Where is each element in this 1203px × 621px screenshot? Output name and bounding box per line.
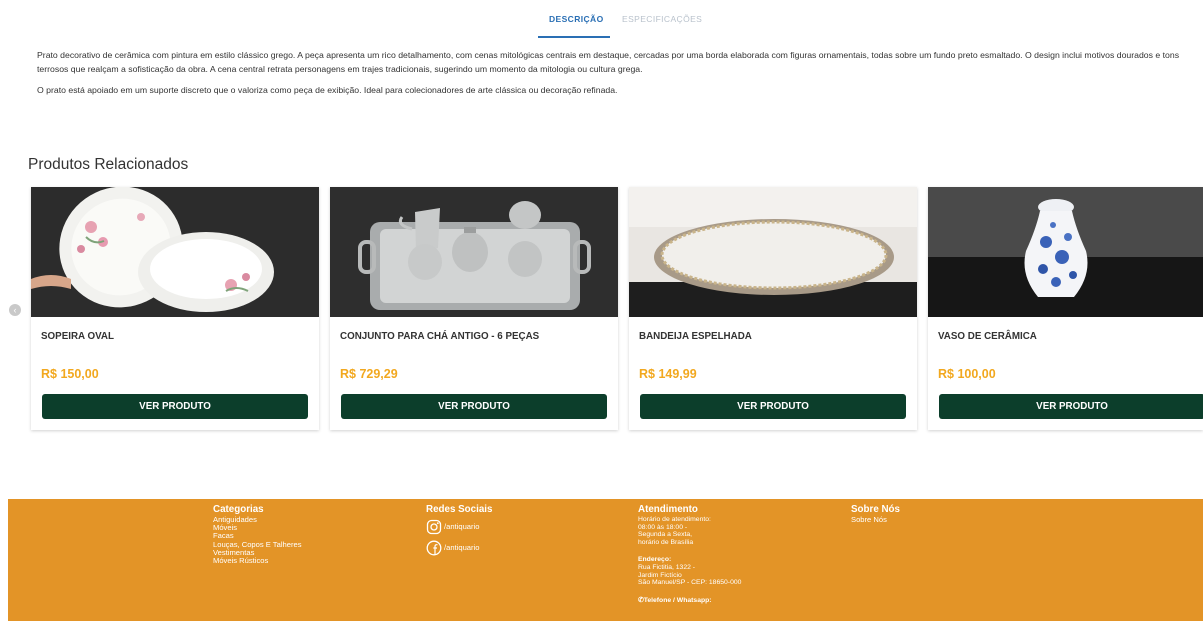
instagram-handle: /antiquario bbox=[444, 521, 480, 531]
product-card: BANDEIJA ESPELHADA R$ 149,99 VER PRODUTO bbox=[629, 187, 917, 430]
description-paragraph-2: O prato está apoiado em um suporte discr… bbox=[37, 85, 618, 95]
product-price: R$ 149,99 bbox=[639, 367, 697, 381]
service-hours-line: Segunda a Sexta, bbox=[638, 531, 693, 539]
soup-tureen-photo[interactable] bbox=[31, 187, 319, 317]
service-hours: Horário de atendimento: 08:00 às 18:00 -… bbox=[638, 516, 741, 546]
product-card: SOPEIRA OVAL R$ 150,00 VER PRODUTO bbox=[31, 187, 319, 430]
footer-categories: Categorias Antiguidades Móveis Facas Lou… bbox=[213, 504, 302, 565]
facebook-handle: /antiquario bbox=[444, 542, 480, 552]
address: Rua Fictitia, 1322 - Jardim Fictício São… bbox=[638, 564, 741, 587]
address-line: Jardim Fictício bbox=[638, 571, 682, 579]
site-footer: Categorias Antiguidades Móveis Facas Lou… bbox=[8, 499, 1203, 621]
footer-categories-title: Categorias bbox=[213, 504, 264, 515]
product-tabs: DESCRIÇÃO ESPECIFICAÇÕES bbox=[0, 14, 1203, 38]
footer-about: Sobre Nós Sobre Nós bbox=[851, 504, 900, 524]
facebook-icon bbox=[426, 540, 442, 556]
address-line: Rua Fictitia, 1322 - bbox=[638, 563, 696, 571]
phone-whatsapp-label: ✆Telefone / Whatsapp: bbox=[638, 597, 741, 605]
service-hours-line: horário de Brasília bbox=[638, 538, 694, 546]
chevron-left-icon[interactable]: ‹ bbox=[9, 304, 21, 316]
ceramic-vase-photo[interactable] bbox=[928, 187, 1203, 317]
product-name[interactable]: CONJUNTO PARA CHÁ ANTIGO - 6 PEÇAS bbox=[340, 331, 539, 342]
product-price: R$ 150,00 bbox=[41, 367, 99, 381]
phone-label-text: Telefone / Whatsapp: bbox=[643, 596, 712, 604]
product-description: Prato decorativo de cerâmica com pintura… bbox=[37, 48, 1189, 104]
active-tab-indicator bbox=[538, 36, 610, 38]
view-product-button[interactable]: VER PRODUTO bbox=[640, 394, 906, 419]
footer-service: Atendimento Horário de atendimento: 08:0… bbox=[638, 504, 741, 604]
related-products-title: Produtos Relacionados bbox=[28, 156, 189, 173]
instagram-icon bbox=[426, 519, 442, 535]
view-product-button[interactable]: VER PRODUTO bbox=[341, 394, 607, 419]
about-link[interactable]: Sobre Nós bbox=[851, 515, 900, 524]
address-line: São Manuel/SP - CEP: 18650-000 bbox=[638, 579, 742, 587]
silver-tea-set-photo[interactable] bbox=[330, 187, 618, 317]
product-price: R$ 100,00 bbox=[938, 367, 996, 381]
product-card: VASO DE CERÂMICA R$ 100,00 VER PRODUTO bbox=[928, 187, 1203, 430]
footer-social-title: Redes Sociais bbox=[426, 504, 493, 515]
footer-social: Redes Sociais /antiquario /antiquario bbox=[426, 504, 492, 557]
address-title: Endereço: bbox=[638, 556, 672, 564]
product-name[interactable]: SOPEIRA OVAL bbox=[41, 331, 114, 342]
product-name[interactable]: BANDEIJA ESPELHADA bbox=[639, 331, 752, 342]
footer-about-title: Sobre Nós bbox=[851, 504, 900, 515]
tab-especificacoes[interactable]: ESPECIFICAÇÕES bbox=[622, 14, 702, 24]
service-hours-line: 08:00 às 18:00 - bbox=[638, 523, 688, 531]
footer-service-title: Atendimento bbox=[638, 504, 698, 515]
product-price: R$ 729,29 bbox=[340, 367, 398, 381]
product-card: CONJUNTO PARA CHÁ ANTIGO - 6 PEÇAS R$ 72… bbox=[330, 187, 618, 430]
footer-category-link[interactable]: Móveis Rústicos bbox=[213, 556, 302, 565]
description-paragraph-1: Prato decorativo de cerâmica com pintura… bbox=[37, 50, 1180, 74]
view-product-button[interactable]: VER PRODUTO bbox=[42, 394, 308, 419]
mirrored-tray-photo[interactable] bbox=[629, 187, 917, 317]
view-product-button[interactable]: VER PRODUTO bbox=[939, 394, 1203, 419]
product-name[interactable]: VASO DE CERÂMICA bbox=[938, 331, 1037, 342]
facebook-link[interactable]: /antiquario bbox=[426, 539, 492, 557]
instagram-link[interactable]: /antiquario bbox=[426, 518, 492, 536]
tab-descricao[interactable]: DESCRIÇÃO bbox=[549, 14, 604, 24]
service-hours-line: Horário de atendimento: bbox=[638, 516, 711, 523]
